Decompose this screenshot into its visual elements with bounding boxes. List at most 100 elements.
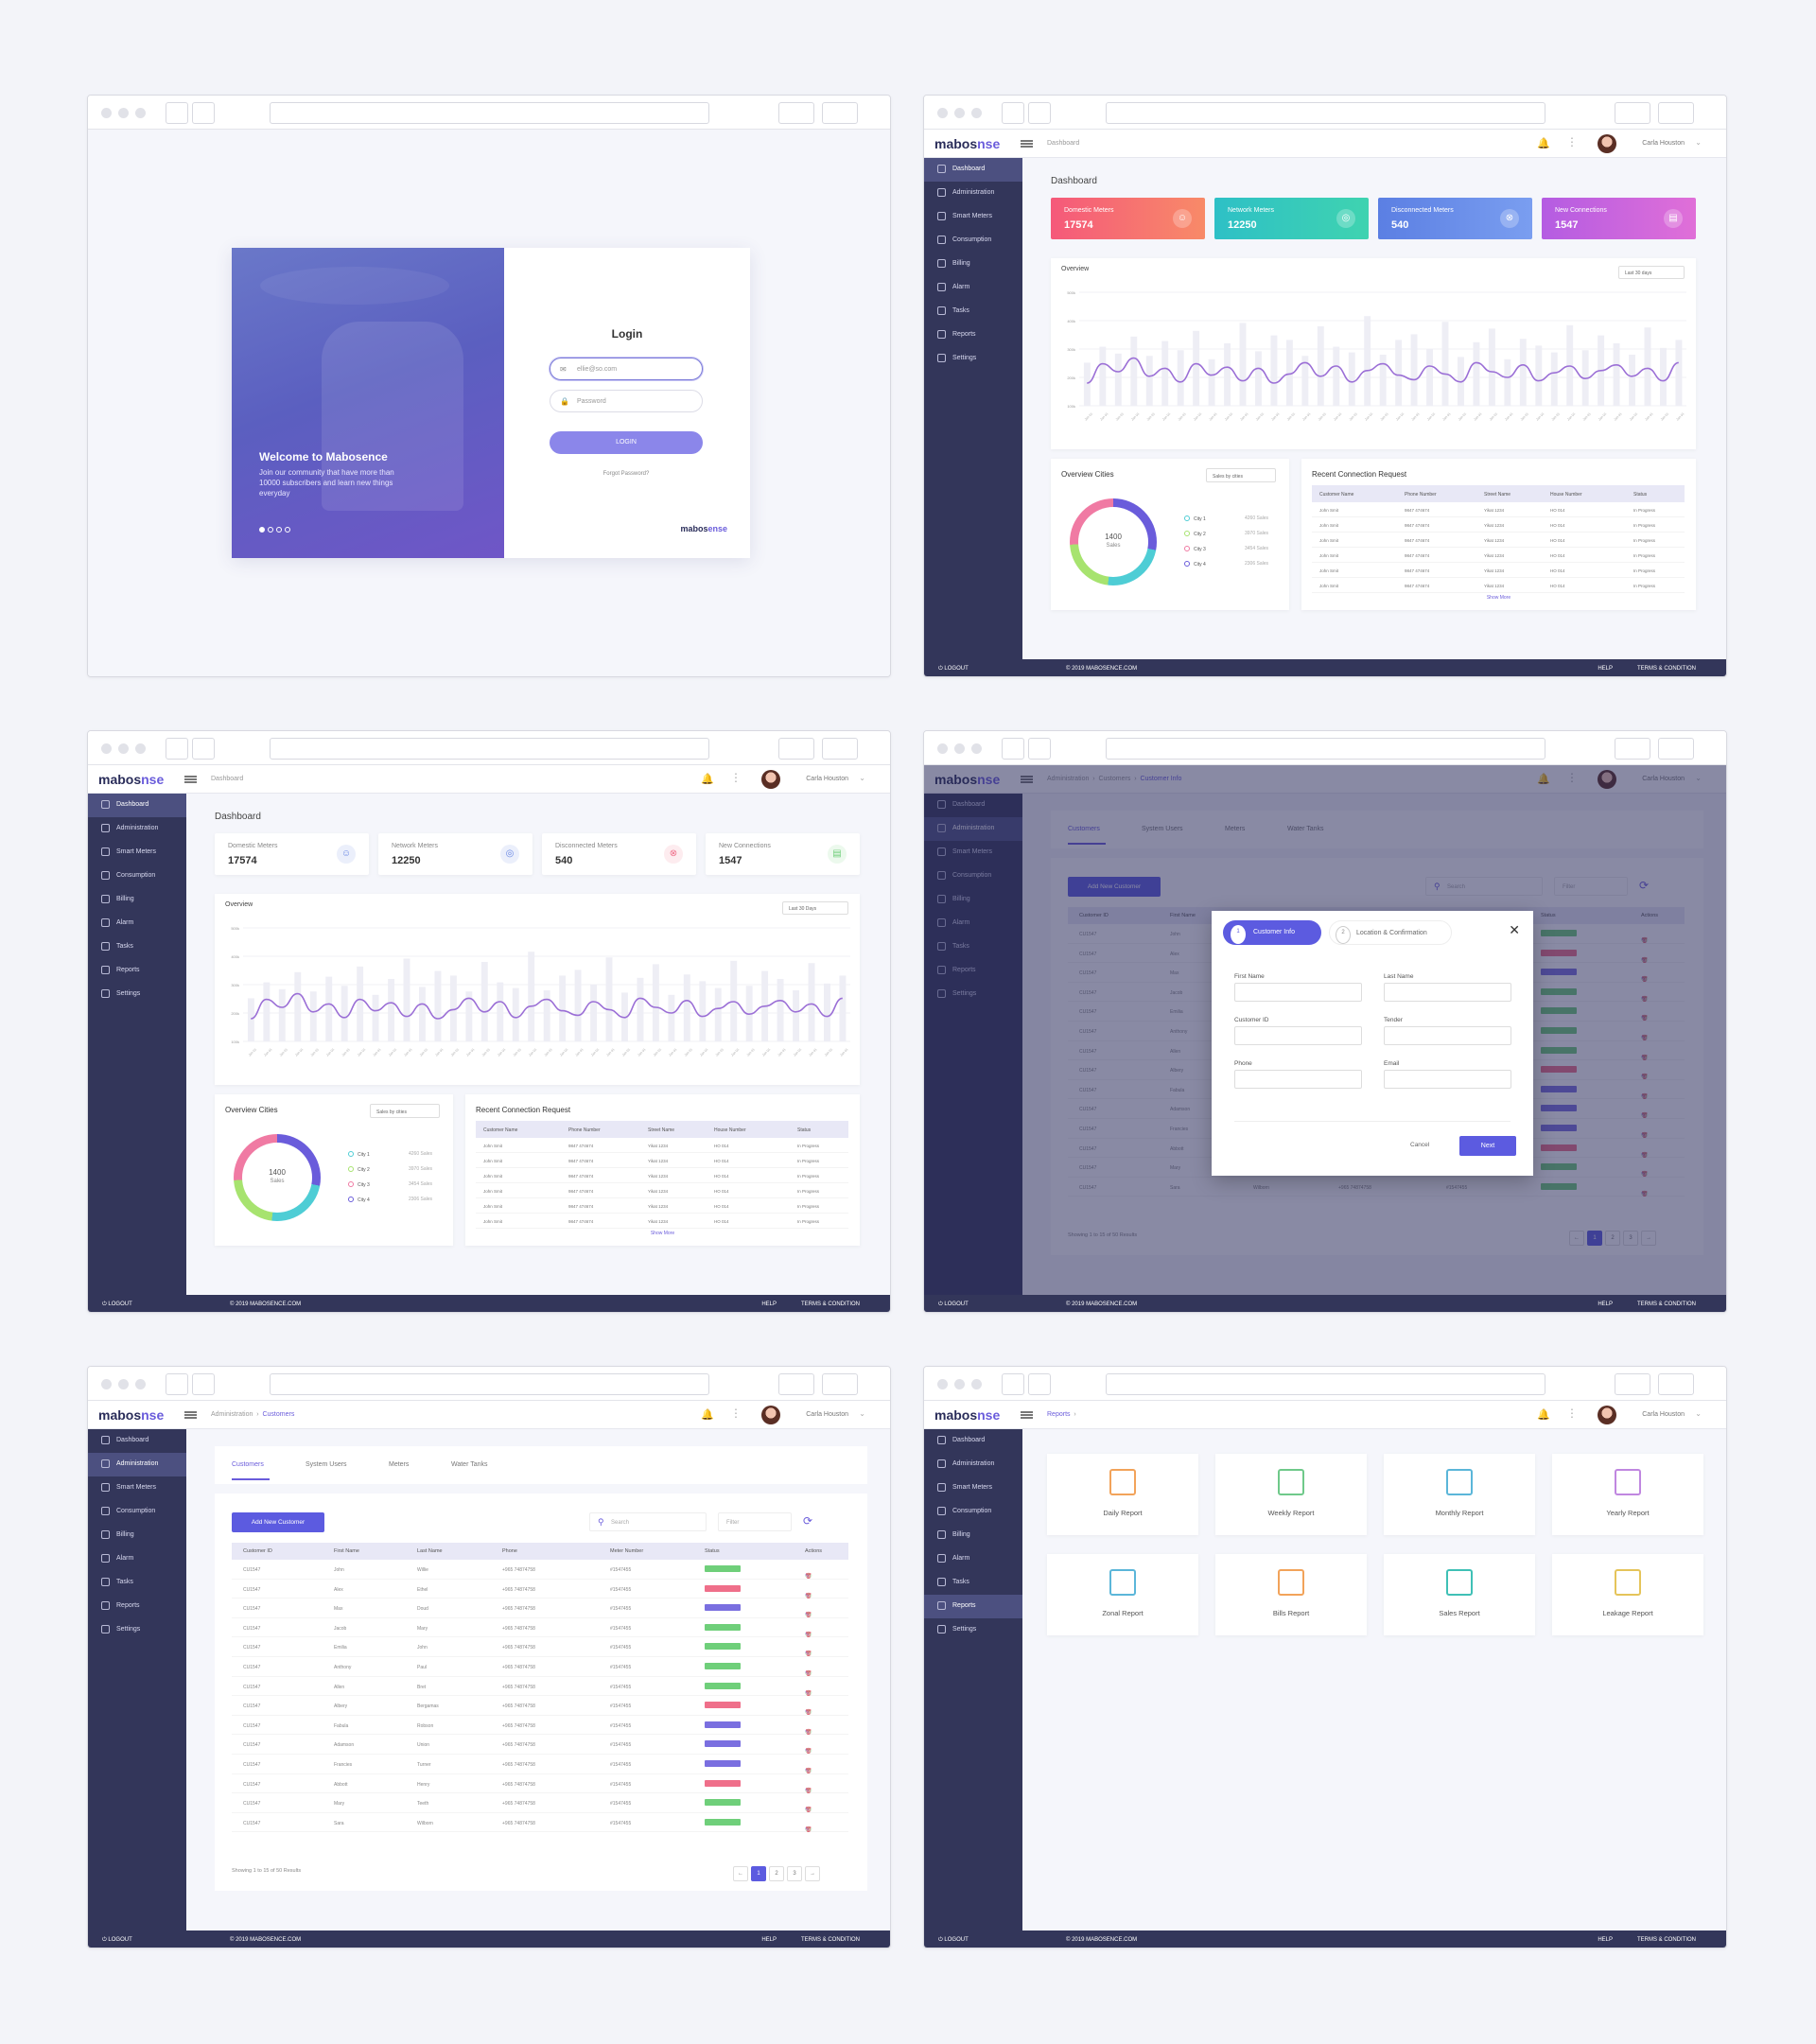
back-button[interactable] — [166, 102, 188, 124]
report-card-monthly-report[interactable]: Monthly Report — [1384, 1454, 1535, 1535]
last-name-input[interactable] — [1384, 983, 1511, 1002]
breadcrumb-item[interactable]: Dashboard — [1047, 140, 1079, 147]
sidebar-item-dashboard[interactable]: Dashboard — [88, 794, 186, 817]
stat-card[interactable]: New Connections 1547 ▤ — [706, 833, 860, 875]
back-button[interactable] — [1002, 738, 1024, 760]
logout-link[interactable]: ⏻ LOGOUT — [102, 1937, 132, 1944]
page-button[interactable]: 2 — [769, 1866, 784, 1881]
sidebar-item-smart-meters[interactable]: Smart Meters — [88, 841, 186, 865]
customer-id-input[interactable] — [1234, 1026, 1362, 1045]
password-field[interactable]: 🔒 Password — [550, 390, 703, 412]
tabs-button[interactable] — [1658, 1373, 1694, 1395]
sidebar-item-administration[interactable]: Administration — [924, 1453, 1022, 1476]
sidebar-item-dashboard[interactable]: Dashboard — [924, 1429, 1022, 1453]
stat-card[interactable]: New Connections 1547 ▤ — [1542, 198, 1696, 239]
forward-button[interactable] — [1028, 738, 1051, 760]
show-more-link[interactable]: Show More — [465, 1231, 860, 1236]
forward-button[interactable] — [192, 738, 215, 760]
sidebar-item-tasks[interactable]: Tasks — [88, 1571, 186, 1595]
forward-button[interactable] — [1028, 102, 1051, 124]
table-row[interactable]: CU1547AdamsonUnion+965 74874758#1547455👁… — [232, 1735, 848, 1755]
avatar[interactable] — [1598, 134, 1616, 153]
tab-system-users[interactable]: System Users — [306, 1461, 347, 1468]
brand-logo[interactable]: mabosnse — [934, 136, 1000, 151]
terms-link[interactable]: TERMS & CONDITION — [1637, 1937, 1696, 1943]
chevron-down-icon[interactable]: ⌄ — [1695, 1409, 1702, 1418]
sidebar-item-smart-meters[interactable]: Smart Meters — [924, 1476, 1022, 1500]
stat-card[interactable]: Network Meters 12250 ◎ — [378, 833, 533, 875]
sidebar-item-alarm[interactable]: Alarm — [88, 1547, 186, 1571]
stat-card[interactable]: Disconnected Meters 540 ⊗ — [1378, 198, 1532, 239]
avatar[interactable] — [1598, 1406, 1616, 1424]
step-location[interactable]: Location & Confirmation — [1329, 920, 1452, 945]
table-row[interactable]: John Smit 9847 474674 Yikat 1234 HO 014 In P… — [1312, 502, 1685, 517]
sidebar-item-settings[interactable]: Settings — [924, 347, 1022, 371]
table-row[interactable]: John Smit 9847 474674 Yikat 1234 HO 014 In P… — [1312, 563, 1685, 578]
window-dot[interactable] — [971, 743, 982, 754]
table-row[interactable]: CU1547EmiliaJohn+965 74874758#1547455👁 ✎… — [232, 1637, 848, 1657]
table-row[interactable]: John Smit 9847 474674 Yikat 1234 HO 014 In P… — [476, 1183, 848, 1198]
sidebar-item-consumption[interactable]: Consumption — [88, 1500, 186, 1524]
carousel-dot[interactable] — [259, 527, 265, 533]
address-bar[interactable] — [1106, 738, 1545, 760]
forward-button[interactable] — [192, 102, 215, 124]
window-dot[interactable] — [135, 743, 146, 754]
tab-water-tanks[interactable]: Water Tanks — [451, 1461, 488, 1468]
logout-link[interactable]: ⏻ LOGOUT — [938, 666, 969, 673]
user-name[interactable]: Carla Houston — [1642, 1411, 1685, 1418]
table-row[interactable]: CU1547 Francies Turner +965 74874758 #154745… — [232, 1755, 848, 1774]
sidebar-item-consumption[interactable]: Consumption — [924, 1500, 1022, 1524]
search-input[interactable]: Search — [589, 1512, 707, 1531]
add-customer-button[interactable]: Add New Customer — [232, 1512, 324, 1532]
sidebar-item-consumption[interactable]: Consumption — [88, 865, 186, 888]
sidebar-item-consumption[interactable]: Consumption — [924, 229, 1022, 253]
sidebar-item-alarm[interactable]: Alarm — [924, 1547, 1022, 1571]
avatar[interactable] — [761, 1406, 780, 1424]
table-row[interactable]: John Smit 9847 474674 Yikat 1234 HO 014 In P… — [476, 1214, 848, 1229]
next-button[interactable]: Next — [1459, 1136, 1516, 1156]
back-button[interactable] — [1002, 102, 1024, 124]
table-row[interactable]: John Smit 9847 474674 Yikat 1234 HO 014 In P… — [1312, 517, 1685, 533]
sidebar-item-administration[interactable]: Administration — [924, 182, 1022, 205]
page-button[interactable]: 1 — [751, 1866, 766, 1881]
sidebar-item-tasks[interactable]: Tasks — [924, 300, 1022, 323]
sidebar-item-administration[interactable]: Administration — [88, 817, 186, 841]
chevron-down-icon[interactable]: ⌄ — [859, 1409, 865, 1418]
table-row[interactable]: CU1547MaxDoud+965 74874758#1547455👁 ✎ 🗑 — [232, 1599, 848, 1618]
address-bar[interactable] — [1106, 1373, 1545, 1395]
sidebar-item-alarm[interactable]: Alarm — [88, 912, 186, 935]
table-row[interactable]: CU1547JacobMary+965 74874758#1547455👁 ✎ … — [232, 1618, 848, 1638]
more-options-icon[interactable]: ⋮ — [730, 771, 742, 784]
table-row[interactable]: CU1547AlexEthel+965 74874758#1547455👁 ✎ … — [232, 1580, 848, 1599]
chevron-down-icon[interactable]: ⌄ — [1695, 138, 1702, 147]
address-bar[interactable] — [270, 1373, 709, 1395]
delete-icon[interactable]: 🗑 — [805, 1826, 812, 1833]
window-dot[interactable] — [118, 743, 129, 754]
report-card-yearly-report[interactable]: Yearly Report — [1552, 1454, 1703, 1535]
report-card-sales-report[interactable]: Sales Report — [1384, 1554, 1535, 1635]
report-card-weekly-report[interactable]: Weekly Report — [1215, 1454, 1367, 1535]
brand-logo[interactable]: mabosnse — [98, 1407, 164, 1423]
window-dot[interactable] — [135, 108, 146, 118]
window-dot[interactable] — [101, 743, 112, 754]
stat-card[interactable]: Domestic Meters 17574 ☺ — [1051, 198, 1205, 239]
page-button[interactable]: 3 — [787, 1866, 802, 1881]
sidebar-item-tasks[interactable]: Tasks — [88, 935, 186, 959]
share-button[interactable] — [778, 1373, 814, 1395]
tabs-button[interactable] — [822, 102, 858, 124]
sidebar-item-reports[interactable]: Reports — [88, 959, 186, 983]
sidebar-item-settings[interactable]: Settings — [924, 1618, 1022, 1642]
sidebar-item-administration[interactable]: Administration — [88, 1453, 186, 1476]
forward-button[interactable] — [192, 1373, 215, 1395]
email-input[interactable] — [1384, 1070, 1511, 1089]
table-row[interactable]: John Smit 9847 474674 Yikat 1234 HO 014 In P… — [476, 1138, 848, 1153]
window-dot[interactable] — [954, 108, 965, 118]
cancel-button[interactable]: Cancel — [1410, 1142, 1429, 1148]
window-dot[interactable] — [135, 1379, 146, 1389]
window-dot[interactable] — [971, 1379, 982, 1389]
table-row[interactable]: CU1547FabulaRobson+965 74874758#1547455👁… — [232, 1716, 848, 1736]
table-row[interactable]: CU1547AbbottHenry+965 74874758#1547455👁 … — [232, 1774, 848, 1794]
menu-toggle-icon[interactable] — [184, 1411, 197, 1419]
address-bar[interactable] — [270, 102, 709, 124]
bell-icon[interactable]: 🔔 — [701, 773, 714, 785]
